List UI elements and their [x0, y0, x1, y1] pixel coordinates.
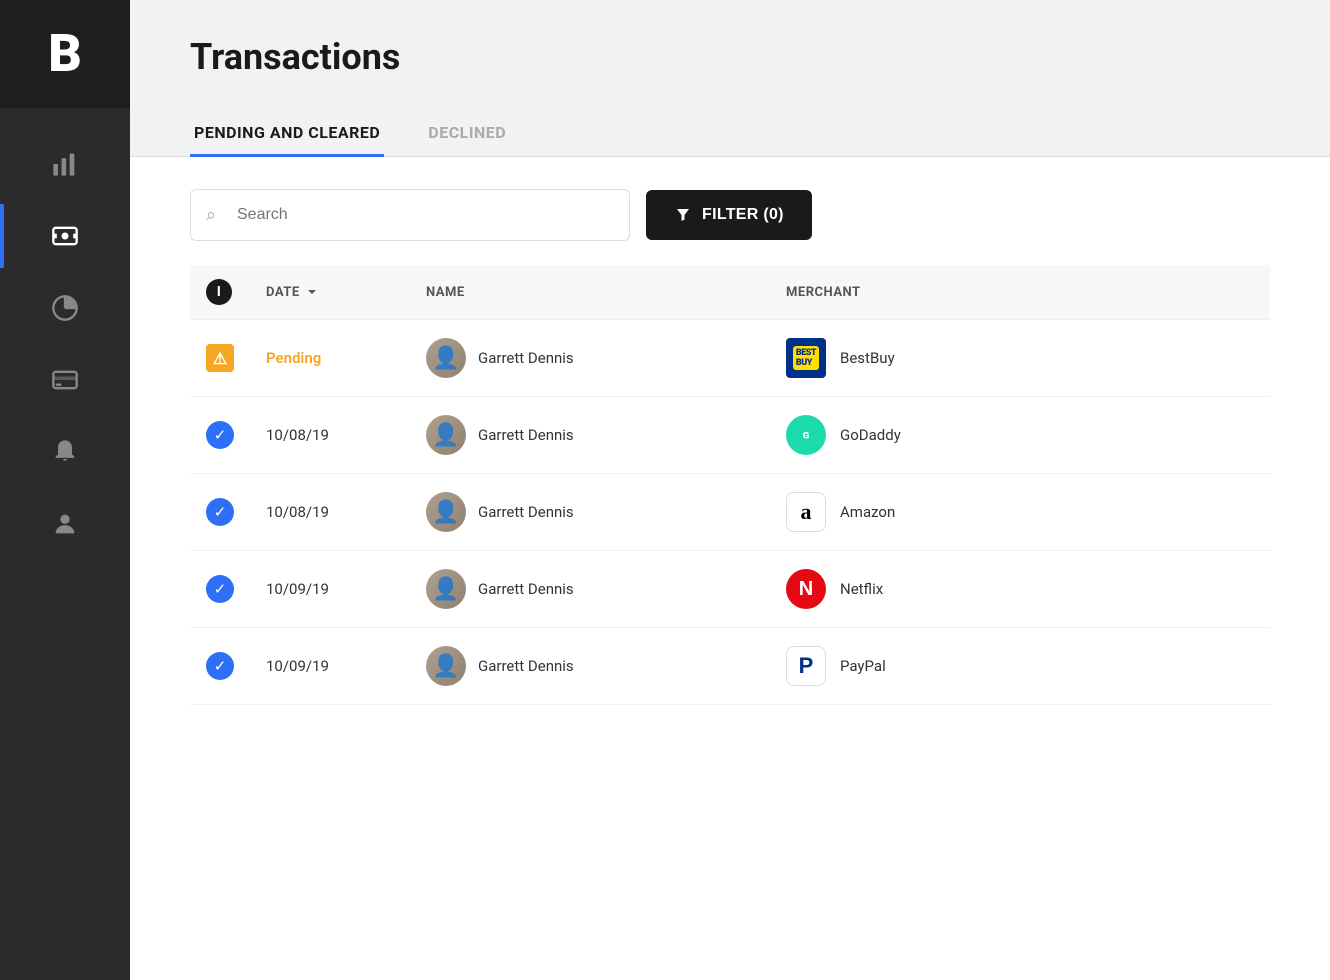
svg-text:G: G [803, 431, 810, 442]
name-cell: Garrett Dennis [410, 551, 770, 628]
cleared-icon: ✓ [206, 652, 234, 680]
filter-button[interactable]: FILTER (0) [646, 190, 812, 240]
name-cell: Garrett Dennis [410, 628, 770, 705]
avatar [426, 415, 466, 455]
merchant-name: Netflix [840, 580, 883, 598]
date-cell: 10/09/19 [250, 628, 410, 705]
info-icon[interactable]: i [206, 279, 232, 305]
sidebar-item-transactions[interactable] [0, 204, 130, 268]
pending-date-label: Pending [266, 349, 321, 367]
avatar [426, 492, 466, 532]
person-name: Garrett Dennis [478, 657, 574, 675]
name-cell: Garrett Dennis [410, 397, 770, 474]
bar-chart-icon [51, 150, 79, 178]
merchant-name: PayPal [840, 657, 886, 675]
status-cell: ✓ [190, 397, 250, 474]
filter-label: FILTER (0) [702, 206, 784, 224]
date-cell: Pending [250, 320, 410, 397]
pie-chart-icon [51, 294, 79, 322]
merchant-name: GoDaddy [840, 426, 901, 444]
content-area: ⌕ FILTER (0) i DATE [130, 157, 1330, 980]
col-header-date: DATE [250, 265, 410, 320]
date-cell: 10/08/19 [250, 474, 410, 551]
sidebar: B [0, 0, 130, 980]
toolbar: ⌕ FILTER (0) [190, 189, 1270, 241]
avatar [426, 338, 466, 378]
merchant-cell: a Amazon [770, 474, 1270, 551]
cleared-icon: ✓ [206, 498, 234, 526]
sidebar-item-cards[interactable] [0, 348, 130, 412]
transactions-table: i DATE NAME MERCHANT ⚠ Pending [190, 265, 1270, 705]
name-cell: Garrett Dennis [410, 320, 770, 397]
col-header-merchant: MERCHANT [770, 265, 1270, 320]
merchant-cell: BESTBUY BestBuy [770, 320, 1270, 397]
sidebar-navigation [0, 132, 130, 556]
user-icon [51, 510, 79, 538]
status-cell: ✓ [190, 628, 250, 705]
merchant-logo: G [786, 415, 826, 455]
bell-icon [51, 438, 79, 466]
sidebar-item-reports[interactable] [0, 276, 130, 340]
filter-icon [674, 206, 692, 224]
table-row[interactable]: ✓ 10/09/19 Garrett Dennis N Netflix [190, 551, 1270, 628]
person-name: Garrett Dennis [478, 580, 574, 598]
col-header-status: i [190, 265, 250, 320]
card-icon [51, 366, 79, 394]
merchant-cell: G GoDaddy [770, 397, 1270, 474]
date-label: DATE [266, 285, 300, 300]
person-name: Garrett Dennis [478, 503, 574, 521]
name-cell: Garrett Dennis [410, 474, 770, 551]
tabs-container: PENDING AND CLEARED DECLINED [130, 78, 1330, 157]
page-title: Transactions [190, 36, 1270, 78]
avatar [426, 569, 466, 609]
status-cell: ✓ [190, 551, 250, 628]
sidebar-logo: B [0, 0, 130, 108]
search-wrapper: ⌕ [190, 189, 630, 241]
table-row[interactable]: ✓ 10/08/19 Garrett Dennis a Amazon [190, 474, 1270, 551]
cleared-icon: ✓ [206, 421, 234, 449]
tab-pending-cleared[interactable]: PENDING AND CLEARED [190, 111, 384, 157]
person-name: Garrett Dennis [478, 426, 574, 444]
date-cell: 10/09/19 [250, 551, 410, 628]
person-name: Garrett Dennis [478, 349, 574, 367]
status-cell: ✓ [190, 474, 250, 551]
col-header-name: NAME [410, 265, 770, 320]
godaddy-icon: G [794, 423, 818, 447]
merchant-logo: N [786, 569, 826, 609]
search-icon: ⌕ [206, 205, 216, 226]
date-cell: 10/08/19 [250, 397, 410, 474]
table-row[interactable]: ✓ 10/08/19 Garrett Dennis G GoDaddy [190, 397, 1270, 474]
status-cell: ⚠ [190, 320, 250, 397]
pending-icon: ⚠ [206, 344, 234, 372]
table-header-row: i DATE NAME MERCHANT [190, 265, 1270, 320]
cleared-icon: ✓ [206, 575, 234, 603]
sidebar-item-notifications[interactable] [0, 420, 130, 484]
sidebar-item-profile[interactable] [0, 492, 130, 556]
avatar [426, 646, 466, 686]
logo-text: B [48, 28, 82, 80]
merchant-name: BestBuy [840, 349, 895, 367]
merchant-logo: BESTBUY [786, 338, 826, 378]
date-sort-button[interactable]: DATE [266, 285, 318, 300]
merchant-cell: N Netflix [770, 551, 1270, 628]
merchant-logo: P [786, 646, 826, 686]
table-body: ⚠Pending Garrett Dennis BESTBUY BestBuy … [190, 320, 1270, 705]
search-input[interactable] [190, 189, 630, 241]
merchant-cell: P PayPal [770, 628, 1270, 705]
page-header: Transactions [130, 0, 1330, 78]
merchant-logo: a [786, 492, 826, 532]
merchant-name: Amazon [840, 503, 895, 521]
table-row[interactable]: ⚠ Pending Garrett Dennis BESTBUY BestBuy [190, 320, 1270, 397]
main-content: Transactions PENDING AND CLEARED DECLINE… [130, 0, 1330, 980]
table-row[interactable]: ✓ 10/09/19 Garrett Dennis P PayPal [190, 628, 1270, 705]
dollar-icon [51, 222, 79, 250]
sort-chevron-icon [306, 286, 318, 298]
tab-declined[interactable]: DECLINED [424, 111, 510, 157]
sidebar-item-analytics[interactable] [0, 132, 130, 196]
